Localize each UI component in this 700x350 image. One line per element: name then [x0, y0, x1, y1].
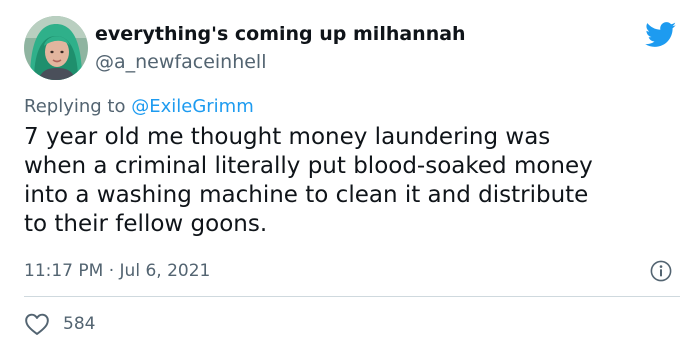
- author-handle[interactable]: @a_newfaceinhell: [95, 50, 267, 74]
- twitter-bird-icon[interactable]: [645, 22, 677, 48]
- info-icon[interactable]: [650, 260, 672, 282]
- profile-photo-icon: [24, 16, 88, 80]
- tweet-timestamp[interactable]: 11:17 PM · Jul 6, 2021: [24, 259, 210, 283]
- heart-icon: [25, 313, 49, 335]
- tweet-card: everything's coming up milhannah @a_newf…: [0, 0, 700, 350]
- like-button[interactable]: 584: [24, 312, 95, 336]
- author-display-name[interactable]: everything's coming up milhannah: [95, 22, 466, 46]
- reply-context: Replying to @ExileGrimm: [24, 95, 254, 119]
- avatar[interactable]: [24, 16, 88, 80]
- divider: [24, 296, 680, 297]
- like-count: 584: [63, 314, 96, 334]
- tweet-text: 7 year old me thought money laundering w…: [24, 124, 593, 237]
- reply-mention-link[interactable]: @ExileGrimm: [131, 96, 254, 117]
- reply-prefix: Replying to: [24, 96, 126, 117]
